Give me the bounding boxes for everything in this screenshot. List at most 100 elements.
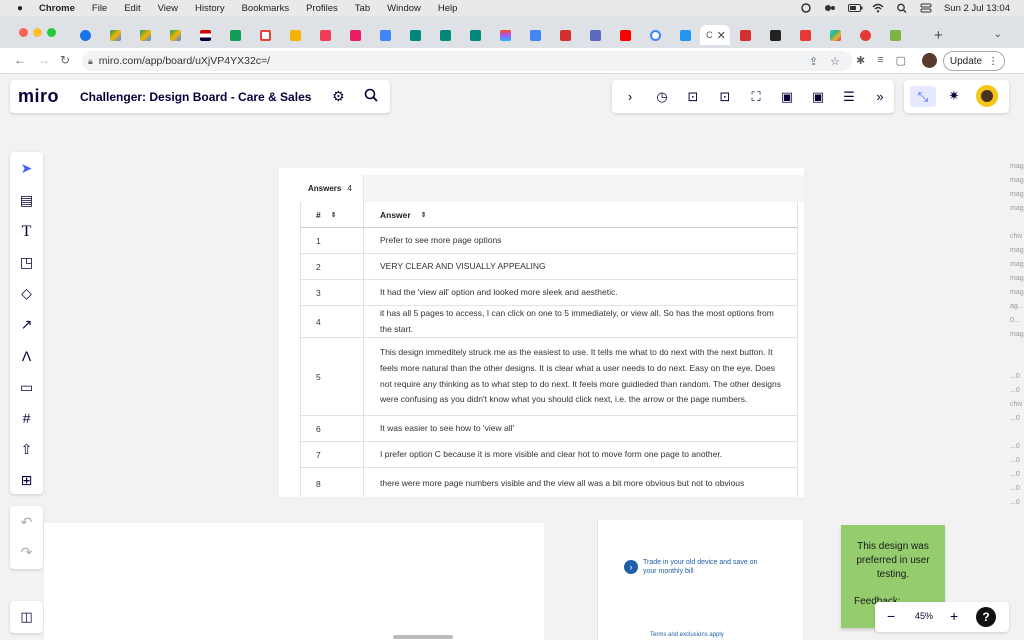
sticky-note-icon[interactable]: ◳ — [10, 254, 43, 271]
browser-tab[interactable] — [340, 25, 370, 45]
apple-icon[interactable]: ● — [14, 3, 26, 14]
search-icon[interactable] — [364, 88, 378, 105]
templates-icon[interactable]: ▤ — [10, 192, 43, 209]
browser-tab[interactable] — [610, 25, 640, 45]
extensions-puzzle-icon[interactable]: ✱ — [856, 54, 865, 67]
expand-chevron-icon[interactable]: › — [622, 89, 638, 104]
lock-icon[interactable]: 🔒︎ — [88, 56, 93, 67]
browser-tab[interactable] — [370, 25, 400, 45]
menu-tab[interactable]: Tab — [355, 3, 370, 14]
user-avatar[interactable] — [976, 85, 998, 107]
browser-tab[interactable] — [490, 25, 520, 45]
table-row[interactable]: 2 VERY CLEAR AND VISUALLY APPEALING — [300, 254, 798, 280]
browser-tab[interactable] — [190, 25, 220, 45]
active-browser-tab[interactable]: C ✕ — [700, 25, 730, 45]
back-arrow-icon[interactable]: ← — [14, 53, 26, 67]
browser-tab[interactable] — [100, 25, 130, 45]
profile-avatar[interactable] — [922, 53, 937, 68]
cursors-icon[interactable]: ⤡ — [910, 86, 936, 107]
column-header-number[interactable]: # ⇕ — [300, 202, 364, 228]
sort-icon[interactable]: ⇕ — [331, 211, 337, 219]
browser-tab[interactable] — [880, 25, 910, 45]
browser-tab[interactable] — [160, 25, 190, 45]
browser-tab[interactable] — [460, 25, 490, 45]
reading-list-icon[interactable]: ≡ — [877, 54, 883, 67]
help-button[interactable]: ? — [976, 607, 996, 627]
close-tab-icon[interactable]: ✕ — [717, 29, 726, 42]
answers-tab[interactable]: Answers 4 — [300, 175, 364, 202]
control-center-icon[interactable] — [920, 3, 932, 13]
maximize-window-button[interactable] — [47, 28, 56, 37]
browser-tab[interactable] — [310, 25, 340, 45]
browser-tab[interactable] — [850, 25, 880, 45]
miro-logo[interactable]: miro — [18, 86, 59, 107]
share-icon[interactable]: ⇪ — [809, 55, 818, 68]
menu-app-name[interactable]: Chrome — [39, 3, 75, 14]
upload-icon[interactable]: ⇧ — [10, 441, 43, 458]
canvas-frame[interactable] — [44, 523, 544, 640]
menu-bookmarks[interactable]: Bookmarks — [242, 3, 290, 14]
board-title[interactable]: Challenger: Design Board - Care & Sales — [80, 90, 311, 104]
miro-board-canvas[interactable]: miro Challenger: Design Board - Care & S… — [0, 74, 1024, 640]
timer-icon[interactable]: ◷ — [654, 89, 670, 105]
browser-tab[interactable] — [520, 25, 550, 45]
menu-help[interactable]: Help — [438, 3, 458, 14]
connection-line-icon[interactable]: ↗ — [10, 316, 43, 333]
url-text[interactable]: miro.com/app/board/uXjVP4YX32c=/ — [99, 55, 270, 67]
bookmark-star-icon[interactable]: ☆ — [830, 55, 840, 68]
address-bar[interactable]: 🔒︎ miro.com/app/board/uXjVP4YX32c=/ ⇪ ☆ — [82, 51, 852, 71]
focus-icon[interactable]: ⛶ — [748, 89, 764, 105]
minimize-window-button[interactable] — [33, 28, 42, 37]
browser-tab[interactable] — [730, 25, 760, 45]
frame-icon[interactable]: # — [10, 410, 43, 426]
browser-tab[interactable] — [220, 25, 250, 45]
menu-file[interactable]: File — [92, 3, 107, 14]
browser-tab[interactable] — [670, 25, 700, 45]
voting-icon[interactable]: ⊡ — [685, 89, 701, 105]
table-row[interactable]: 3 It had the 'view all' option and looke… — [300, 280, 798, 306]
spotlight-search-icon[interactable] — [896, 3, 908, 13]
app-3-icon[interactable]: ▣ — [779, 89, 795, 105]
browser-tab[interactable] — [790, 25, 820, 45]
table-row[interactable]: 5 This design immeditely struck me as th… — [300, 338, 798, 416]
celebrate-icon[interactable]: ✷ — [946, 88, 962, 104]
browser-tab[interactable] — [280, 25, 310, 45]
battery-icon[interactable] — [847, 3, 863, 13]
menubar-clock[interactable]: Sun 2 Jul 13:04 — [944, 3, 1010, 14]
text-tool-icon[interactable]: T — [10, 223, 43, 241]
trade-in-promo[interactable]: › Trade in your old device and save on y… — [624, 558, 773, 576]
menu-window[interactable]: Window — [387, 3, 421, 14]
pen-icon[interactable]: Λ — [10, 348, 43, 364]
zoom-level[interactable]: 45% — [915, 611, 933, 621]
sort-icon[interactable]: ⇕ — [421, 211, 427, 219]
tab-search-chevron-icon[interactable]: ⌄ — [994, 29, 1002, 40]
reload-icon[interactable]: ↻ — [60, 53, 70, 67]
extension-status-icon[interactable] — [824, 3, 836, 13]
forward-arrow-icon[interactable]: → — [38, 53, 50, 67]
menu-view[interactable]: View — [158, 3, 178, 14]
more-chevrons-icon[interactable]: » — [872, 89, 888, 104]
horizontal-scrollbar[interactable] — [393, 635, 453, 639]
shapes-icon[interactable]: ◇ — [10, 285, 43, 302]
browser-tab[interactable] — [580, 25, 610, 45]
answers-table[interactable]: Answers 4 # ⇕ Answer ⇕ 1 Prefer to see m… — [300, 175, 804, 497]
table-row[interactable]: 4 it has all 5 pages to access, I can cl… — [300, 306, 798, 338]
settings-gear-icon[interactable]: ⚙ — [332, 88, 345, 105]
browser-tab[interactable] — [820, 25, 850, 45]
zoom-in-button[interactable]: + — [950, 608, 958, 624]
table-row[interactable]: 6 It was easier to see how to 'view all' — [300, 416, 798, 442]
browser-tab[interactable] — [430, 25, 460, 45]
comment-icon[interactable]: ▭ — [10, 379, 43, 396]
notes-icon[interactable]: ☰ — [841, 89, 857, 105]
browser-tab[interactable] — [550, 25, 580, 45]
new-tab-button[interactable]: + — [934, 27, 943, 44]
select-cursor-icon[interactable]: ➤ — [10, 160, 43, 177]
table-row[interactable]: 7 I prefer option C because it is more v… — [300, 442, 798, 468]
menu-edit[interactable]: Edit — [124, 3, 140, 14]
browser-tab[interactable] — [640, 25, 670, 45]
browser-tab[interactable] — [400, 25, 430, 45]
zoom-out-button[interactable]: − — [887, 608, 895, 624]
column-header-answer[interactable]: Answer ⇕ — [364, 202, 798, 228]
undo-icon[interactable]: ↶ — [10, 514, 43, 531]
reactions-icon[interactable]: ⊡ — [717, 89, 733, 105]
